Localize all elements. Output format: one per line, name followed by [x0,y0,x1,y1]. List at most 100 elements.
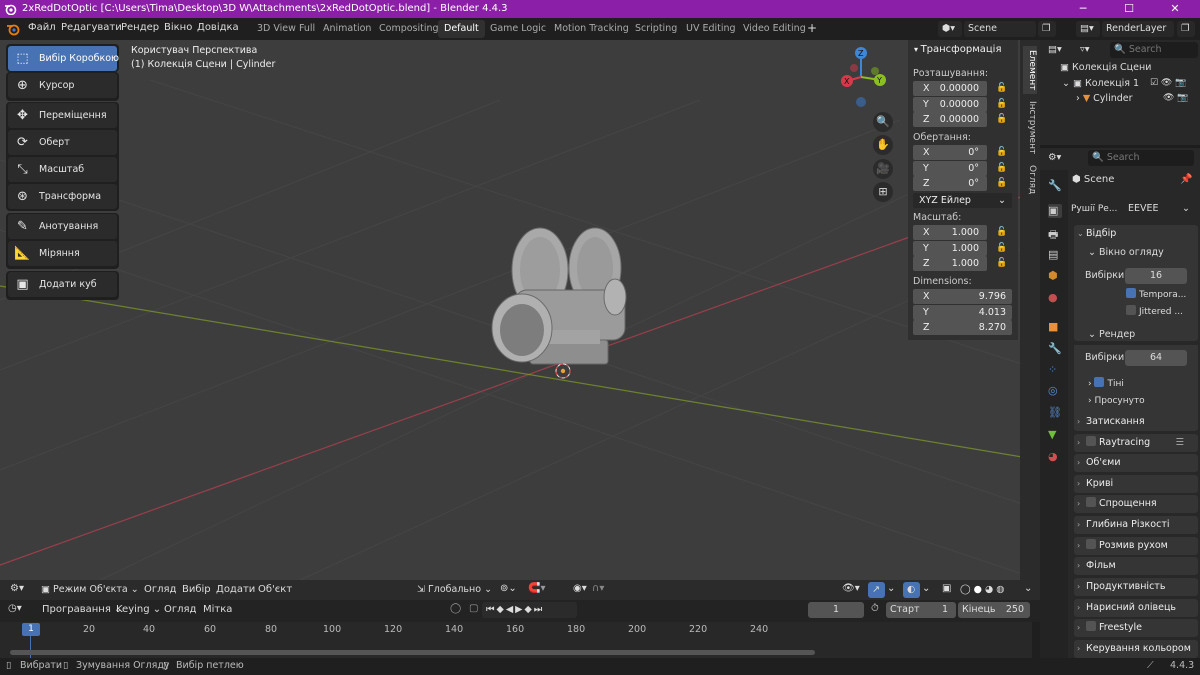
blender-menu-icon[interactable] [6,22,20,36]
outliner-editor-type-icon[interactable]: ▤▾ [1044,42,1070,58]
render-subpanel[interactable]: ⌄ Рендер [1088,329,1135,340]
3d-viewport[interactable]: ⬚ Вибір Коробкою ⊕ Курсор ✥ Переміщення ⟳ Об… [0,40,1040,580]
workspace-tab-game-logic[interactable]: Game Logic [484,20,552,38]
jittered-shadows-checkbox[interactable]: Jittered ... [1126,305,1183,317]
location-x-field[interactable]: X 0.00000 [913,81,987,96]
pan-hand-icon[interactable]: ✋ [873,135,893,155]
render-layer-selector[interactable]: RenderLayer [1102,21,1174,37]
collection-1-controls[interactable]: ☑ 👁 📷 [1150,78,1186,88]
rotation-x-field[interactable]: X 0° [913,145,987,160]
workspace-tab-uv-editing[interactable]: UV Editing [680,20,742,38]
tool-move[interactable]: ✥ Переміщення [8,103,117,128]
raytracing-panel[interactable]: › Raytracing ☰ [1074,434,1198,452]
timeline-editor-type-icon[interactable]: ◷▾ [8,603,22,614]
menu-object[interactable]: Об'єкт [258,584,292,595]
temporal-reprojection-checkbox[interactable]: Tempora... [1126,288,1186,300]
render-engine-select[interactable]: EEVEE ⌄ [1124,201,1194,217]
lock-scale-y-icon[interactable]: 🔓 [996,243,1007,253]
rotation-y-field[interactable]: Y 0° [913,161,987,176]
lock-scale-x-icon[interactable]: 🔓 [996,227,1007,237]
playback-controls[interactable]: ⏮◆◀▶◆⏭ [482,602,577,618]
outliner-search-input[interactable]: 🔍 Search [1110,42,1198,58]
tab-tool[interactable]: Інструмент [1023,98,1037,158]
curves-panel[interactable]: › Криві [1074,475,1198,493]
properties-editor[interactable]: ⚙▾ 🔍 Search 🔧 ▣ 🖶 ▤ ⬢ ● ■ 🔧 ⁘ ◎ ⛓ ▼ ◕ ⬢ … [1040,148,1200,658]
workspace-tab-compositing[interactable]: Compositing [373,20,445,38]
cylinder-controls[interactable]: 👁 📷 [1163,93,1189,103]
object-tab-icon[interactable]: ■ [1048,320,1062,334]
gizmo-dropdown-icon[interactable]: ⌄ [887,583,895,594]
playhead[interactable]: 1 [22,623,40,636]
output-tab-icon[interactable]: 🖶 [1048,226,1062,241]
outliner-filter-icon[interactable]: ▿▾ [1076,42,1098,58]
pivot-icon[interactable]: ⊚⌄ [500,583,517,594]
menu-view[interactable]: Огляд [144,584,176,595]
lock-rotation-y-icon[interactable]: 🔓 [996,163,1007,173]
mode-selector[interactable]: ▣ Режим Об'єкта ⌄ [37,582,139,598]
transform-panel-header[interactable]: ▾ Трансформація [914,44,1001,55]
tool-measure[interactable]: 📐 Міряння [8,241,117,266]
workspace-tab-scripting[interactable]: Scripting [629,20,683,38]
dimensions-x-field[interactable]: X 9.796 [913,289,1012,304]
advanced-subpanel[interactable]: › Просунуто [1088,396,1145,406]
scale-y-field[interactable]: Y 1.000 [913,241,987,256]
menu-add[interactable]: Додати [216,584,255,595]
orientation-selector[interactable]: ⇲ Глобально ⌄ [413,582,495,598]
tool-tab-icon[interactable]: 🔧 [1048,179,1062,193]
scene-tab-icon[interactable]: ⬢ [1048,269,1062,283]
workspace-tab-animation[interactable]: Animation [317,20,377,38]
timeline-vscrollbar[interactable] [1032,622,1040,658]
collection-1-row[interactable]: ⌄ ▣ Колекція 1 [1062,78,1139,89]
film-panel[interactable]: › Фільм [1074,557,1198,575]
tool-scale[interactable]: ⤡ Масштаб [8,157,117,182]
properties-search-input[interactable]: 🔍 Search [1088,150,1194,166]
tool-select-box[interactable]: ⬚ Вибір Коробкою [8,46,119,71]
camera-view-icon[interactable]: 🎥 [873,159,893,179]
performance-panel[interactable]: › Продуктивність [1074,578,1198,596]
tab-view[interactable]: Огляд [1023,162,1037,198]
rotation-z-field[interactable]: Z 0° [913,176,987,191]
menu-playback[interactable]: Програвання ⌄ [42,604,122,615]
lock-location-x-icon[interactable]: 🔓 [996,83,1007,93]
xray-icon[interactable]: ▣ [942,583,951,594]
auto-keying-icon[interactable]: ◯ [450,603,461,614]
freestyle-panel[interactable]: › Freestyle [1074,619,1198,637]
motion-blur-panel[interactable]: › Розмив рухом [1074,537,1198,555]
material-tab-icon[interactable]: ◕ [1048,450,1062,464]
shading-modes[interactable]: ◯ ● ◕ ◍ [956,582,1022,598]
physics-tab-icon[interactable]: ◎ [1048,384,1062,398]
menu-file[interactable]: Файл [28,22,56,33]
perspective-grid-icon[interactable]: ⊞ [873,182,893,202]
add-workspace-button[interactable]: + [807,21,817,35]
close-button[interactable]: ✕ [1152,0,1198,18]
start-frame-field[interactable]: Старт 1 [886,602,956,618]
maximize-button[interactable]: ☐ [1106,0,1152,18]
tool-annotate[interactable]: ✎ Анотування [8,214,117,239]
tool-add-cube[interactable]: ▣ Додати куб [8,272,117,297]
tool-transform[interactable]: ⊛ Трансформа [8,184,117,209]
outliner[interactable]: ▤▾ ▿▾ 🔍 Search ▣ Колекція Сцени ⌄ ▣ Коле… [1040,40,1200,145]
new-view-layer-icon[interactable]: ❐ [1177,21,1195,37]
falloff-icon[interactable]: ∩▾ [592,583,604,594]
keyframe-type-icon[interactable]: ▢ [469,603,478,614]
menu-edit[interactable]: Редагувати [61,22,122,33]
new-scene-icon[interactable]: ❐ [1038,21,1056,37]
grease-pencil-panel[interactable]: › Нарисний олівець [1074,599,1198,617]
constraints-tab-icon[interactable]: ⛓ [1048,406,1062,420]
overlays-toggle-icon[interactable]: ◐ [903,582,920,598]
clamping-panel[interactable]: › Затискання [1074,413,1198,431]
viewport-subpanel[interactable]: ⌄ Вікно огляду [1088,247,1164,258]
properties-editor-type-icon[interactable]: ⚙▾ [1044,150,1070,166]
dimensions-z-field[interactable]: Z 8.270 [913,320,1012,335]
depth-of-field-panel[interactable]: › Глибина Різкості [1074,516,1198,534]
end-frame-field[interactable]: Кінець 250 [958,602,1030,618]
lock-scale-z-icon[interactable]: 🔓 [996,258,1007,268]
data-tab-icon[interactable]: ▼ [1048,428,1062,442]
shadows-subpanel[interactable]: › Тіні [1088,377,1124,389]
view-layer-tab-icon[interactable]: ▤ [1048,248,1062,262]
current-frame-field[interactable]: 1 [808,602,864,618]
render-samples-field[interactable]: 64 [1125,350,1187,366]
menu-render[interactable]: Рендер [121,22,159,33]
tab-item[interactable]: Елемент [1023,46,1037,94]
location-y-field[interactable]: Y 0.00000 [913,97,987,112]
